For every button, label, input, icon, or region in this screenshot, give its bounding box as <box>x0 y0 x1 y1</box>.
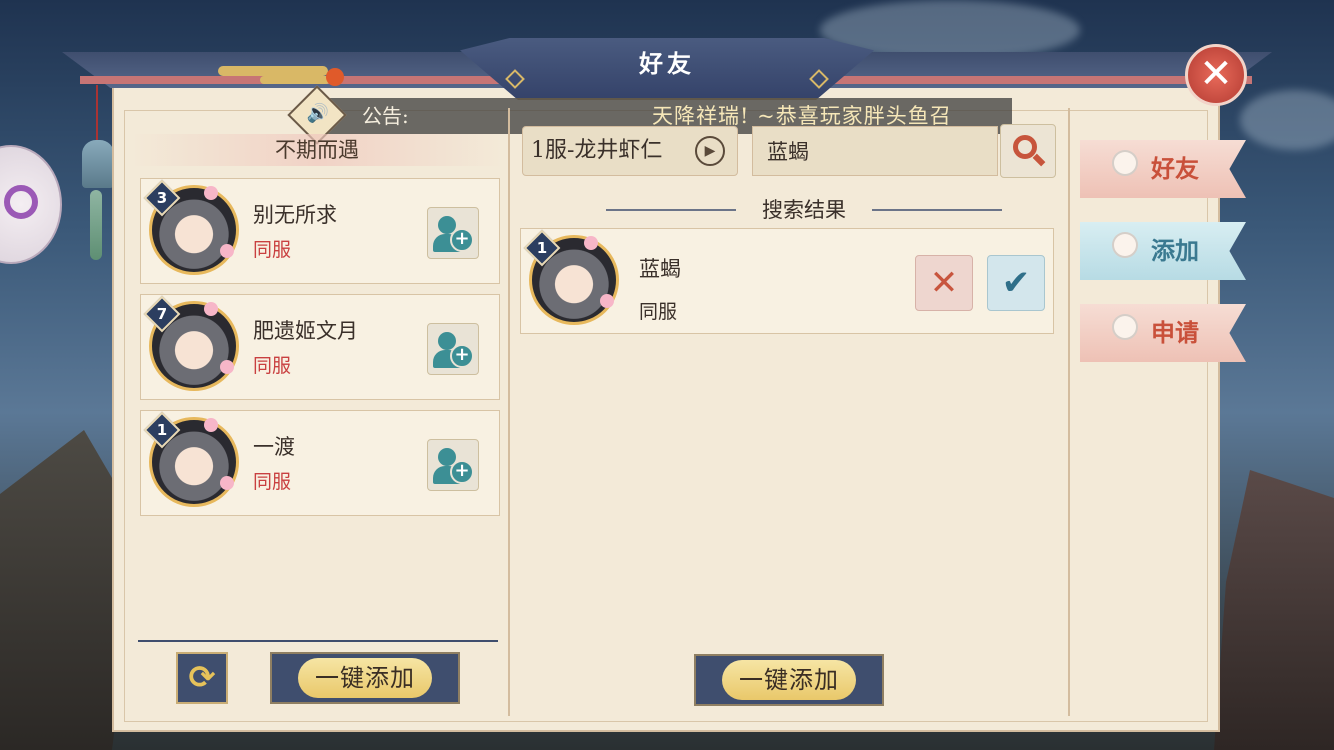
add-all-button-search[interactable]: 一键添加 <box>694 654 884 706</box>
petal-decoration <box>220 476 234 490</box>
player-server: 同服 <box>253 239 292 261</box>
cloud-ornament <box>260 76 330 84</box>
player-card: 3 别无所求 同服 + <box>140 178 500 284</box>
side-menu-orb[interactable] <box>0 145 62 264</box>
plus-icon: + <box>450 228 474 252</box>
refresh-button[interactable]: ⟳ <box>176 652 228 704</box>
plus-icon: + <box>450 344 474 368</box>
background-cloud <box>1240 90 1334 150</box>
results-title-text: 搜索结果 <box>762 198 846 222</box>
check-icon: ✔ <box>1001 263 1031 303</box>
refresh-icon: ⟳ <box>188 658 216 696</box>
player-card: 1 一渡 同服 + <box>140 410 500 516</box>
player-server: 同服 <box>253 355 292 377</box>
tab-friends[interactable]: 好友 <box>1080 140 1246 198</box>
ring-icon <box>4 185 38 219</box>
petal-decoration <box>584 236 598 250</box>
add-all-label: 一键添加 <box>315 664 415 692</box>
petal-decoration <box>204 186 218 200</box>
level-number: 7 <box>156 305 168 323</box>
fish-eye-icon <box>1112 150 1138 176</box>
wind-chime-bell-icon <box>82 140 114 188</box>
play-arrow-icon[interactable]: ▶ <box>695 136 725 166</box>
divider <box>138 640 498 642</box>
reject-button[interactable]: ✕ <box>915 255 973 311</box>
player-name: 肥遗姬文月 <box>253 319 358 343</box>
tab-label: 好友 <box>1151 154 1199 183</box>
title-rule <box>872 209 1002 211</box>
add-all-button-left[interactable]: 一键添加 <box>270 652 460 704</box>
bell-cord <box>96 85 98 145</box>
player-name: 别无所求 <box>253 203 337 227</box>
fish-eye-icon <box>1112 314 1138 340</box>
title-rule <box>606 209 736 211</box>
close-button[interactable]: ✕ <box>1185 44 1247 106</box>
player-name: 蓝蝎 <box>639 257 681 281</box>
player-name: 一渡 <box>253 435 295 459</box>
fish-eye-icon <box>1112 232 1138 258</box>
flower-ornament-icon <box>326 68 344 86</box>
server-value: 1服-龙井虾仁 <box>531 138 663 163</box>
tab-label: 添加 <box>1151 236 1199 265</box>
announcement-label: 公告: <box>362 104 409 128</box>
add-friend-button[interactable]: + <box>427 439 479 491</box>
results-title: 搜索结果 <box>606 194 1002 226</box>
petal-decoration <box>600 294 614 308</box>
petal-decoration <box>220 360 234 374</box>
player-server: 同服 <box>253 471 292 493</box>
add-friend-button[interactable]: + <box>427 323 479 375</box>
recommended-header: 不期而遇 <box>130 134 504 166</box>
wind-chime-tail <box>90 190 102 260</box>
server-selector[interactable]: 1服-龙井虾仁 ▶ <box>522 126 738 176</box>
player-server: 同服 <box>639 301 678 323</box>
plus-icon: + <box>450 460 474 484</box>
close-icon: ✕ <box>929 263 959 303</box>
player-card: 7 肥遗姬文月 同服 + <box>140 294 500 400</box>
level-number: 1 <box>536 239 548 257</box>
petal-decoration <box>220 244 234 258</box>
search-button[interactable] <box>1000 124 1056 178</box>
page-title: 好友 <box>639 49 695 78</box>
background-mountain-right <box>1214 470 1334 750</box>
search-input[interactable] <box>752 126 998 176</box>
level-number: 3 <box>156 189 168 207</box>
column-divider <box>1068 108 1070 716</box>
level-number: 1 <box>156 421 168 439</box>
add-all-label: 一键添加 <box>739 666 839 694</box>
petal-decoration <box>204 418 218 432</box>
accept-button[interactable]: ✔ <box>987 255 1045 311</box>
cloud-ornament <box>218 66 328 76</box>
speaker-icon: 🔊 <box>306 103 330 124</box>
tab-add[interactable]: 添加 <box>1080 222 1246 280</box>
column-divider <box>508 108 510 716</box>
tab-requests[interactable]: 申请 <box>1080 304 1246 362</box>
petal-decoration <box>204 302 218 316</box>
search-result-card: 1 蓝蝎 同服 ✕ ✔ <box>520 228 1054 334</box>
search-icon-handle <box>1032 153 1046 167</box>
add-friend-button[interactable]: + <box>427 207 479 259</box>
tab-label: 申请 <box>1151 318 1199 347</box>
